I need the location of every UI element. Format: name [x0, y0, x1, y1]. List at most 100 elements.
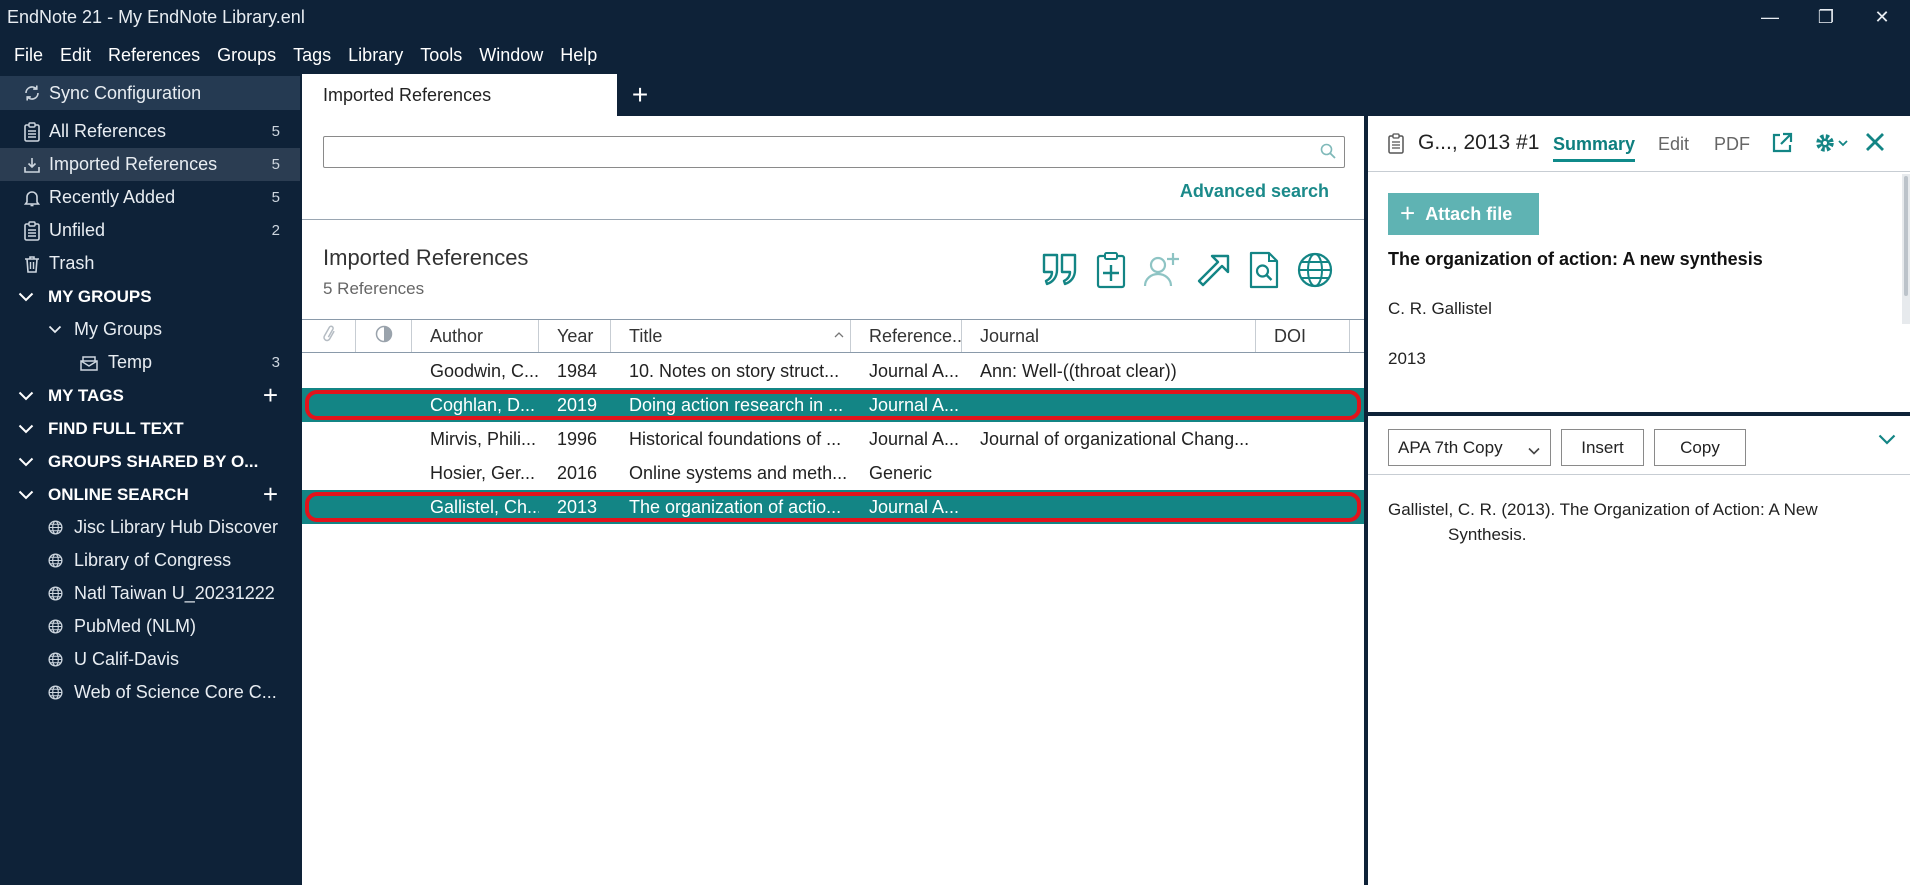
online-search-jisc[interactable]: Jisc Library Hub Discover [0, 511, 300, 544]
menu-edit[interactable]: Edit [52, 45, 100, 66]
cell-reference-type: Journal A... [869, 360, 960, 381]
column-reference-type[interactable]: Reference... [851, 320, 962, 352]
menu-window[interactable]: Window [471, 45, 552, 66]
copy-button[interactable]: Copy [1654, 429, 1746, 466]
reference-toolbar [1040, 250, 1334, 290]
online-search-wos[interactable]: Web of Science Core C... [0, 676, 300, 709]
table-row[interactable]: Mirvis, Phili... 1996 Historical foundat… [302, 422, 1364, 456]
gear-icon[interactable] [1814, 132, 1850, 159]
menu-library[interactable]: Library [340, 45, 412, 66]
section-find-full-text[interactable]: FIND FULL TEXT [0, 412, 300, 445]
reference-year: 2013 [1388, 349, 1426, 368]
search-icon[interactable] [1319, 142, 1337, 165]
tab-imported-references[interactable]: Imported References [302, 74, 617, 116]
column-read-status[interactable] [356, 320, 412, 352]
quote-icon[interactable] [1040, 250, 1079, 290]
open-external-icon[interactable] [1771, 132, 1793, 159]
table-row-selected[interactable]: Gallistel, Ch... 2013 The organization o… [302, 490, 1364, 524]
cell-title: Doing action research in ... [629, 394, 844, 415]
add-tag-button[interactable]: + [263, 380, 278, 411]
sync-configuration-button[interactable]: Sync Configuration [0, 76, 300, 110]
online-search-ucdavis[interactable]: U Calif-Davis [0, 643, 300, 676]
new-reference-icon[interactable] [1091, 250, 1130, 290]
search-input[interactable] [323, 136, 1345, 168]
online-search-ntu[interactable]: Natl Taiwan U_20231222 [0, 577, 300, 610]
add-tab-button[interactable]: + [622, 74, 658, 116]
subgroup-my-groups[interactable]: My Groups [0, 313, 300, 346]
close-button[interactable]: ✕ [1854, 0, 1910, 34]
chevron-down-icon [18, 457, 40, 467]
sidebar-item-count: 5 [271, 156, 280, 173]
attach-file-button[interactable]: + Attach file [1388, 193, 1539, 235]
sidebar-item-label: Temp [108, 352, 153, 372]
sidebar-item-all-references[interactable]: All References 5 [0, 115, 300, 148]
cell-journal [962, 388, 1256, 422]
cell-read-status [356, 354, 412, 388]
globe-icon [48, 520, 64, 535]
section-groups-shared[interactable]: GROUPS SHARED BY O... [0, 445, 300, 478]
group-icon [80, 355, 98, 371]
online-search-label: PubMed (NLM) [74, 616, 197, 636]
table-row[interactable]: Goodwin, C... 1984 10. Notes on story st… [302, 354, 1364, 388]
column-doi[interactable]: DOI [1256, 320, 1350, 352]
menu-groups[interactable]: Groups [209, 45, 285, 66]
window-title: EndNote 21 - My EndNote Library.enl [7, 6, 305, 27]
cell-author: Gallistel, Ch... [430, 496, 539, 517]
minimize-button[interactable]: — [1742, 0, 1798, 34]
tab-pdf[interactable]: PDF [1714, 134, 1750, 155]
add-online-search-button[interactable]: + [263, 479, 278, 510]
menu-tools[interactable]: Tools [412, 45, 471, 66]
table-row-selected[interactable]: Coghlan, D... 2019 Doing action research… [302, 388, 1364, 422]
cell-attachment [302, 490, 356, 524]
chevron-down-icon[interactable] [1878, 432, 1896, 450]
sidebar-item-count: 2 [271, 222, 280, 239]
section-my-groups[interactable]: MY GROUPS [0, 280, 300, 313]
sidebar-item-label: All References [49, 121, 167, 141]
scrollbar[interactable] [1902, 174, 1910, 324]
cell-title: Online systems and meth... [629, 462, 848, 483]
online-globe-icon[interactable] [1295, 250, 1334, 290]
sync-label: Sync Configuration [49, 82, 202, 103]
sidebar-item-trash[interactable]: Trash [0, 247, 300, 280]
column-journal[interactable]: Journal [962, 320, 1256, 352]
paperclip-icon [322, 324, 336, 349]
online-search-loc[interactable]: Library of Congress [0, 544, 300, 577]
column-author[interactable]: Author [412, 320, 539, 352]
column-title[interactable]: Title [611, 320, 851, 352]
sidebar-item-temp[interactable]: Temp 3 [0, 346, 300, 379]
globe-icon [48, 619, 64, 634]
section-label: MY GROUPS [48, 286, 152, 306]
sidebar-item-label: Unfiled [49, 220, 106, 240]
find-pdf-icon[interactable] [1244, 250, 1283, 290]
tab-edit[interactable]: Edit [1658, 134, 1689, 155]
sidebar-item-label: Trash [49, 253, 95, 273]
section-online-search[interactable]: ONLINE SEARCH + [0, 478, 300, 511]
output-style-select[interactable]: APA 7th Copy [1388, 429, 1551, 466]
open-link-arrow-icon[interactable] [1193, 250, 1232, 290]
close-panel-icon[interactable] [1864, 131, 1886, 158]
insert-button[interactable]: Insert [1561, 429, 1644, 466]
section-my-tags[interactable]: MY TAGS + [0, 379, 300, 412]
online-search-pubmed[interactable]: PubMed (NLM) [0, 610, 300, 643]
menu-bar: File Edit References Groups Tags Library… [0, 38, 606, 72]
column-attachment[interactable] [302, 320, 356, 352]
menu-references[interactable]: References [100, 45, 209, 66]
menu-tags[interactable]: Tags [285, 45, 340, 66]
sidebar-item-recently-added[interactable]: Recently Added 5 [0, 181, 300, 214]
table-row[interactable]: Hosier, Ger... 2016 Online systems and m… [302, 456, 1364, 490]
reference-author: C. R. Gallistel [1388, 299, 1492, 318]
sidebar-item-count: 3 [271, 354, 280, 371]
cell-year: 2019 [557, 394, 598, 415]
cell-author: Coghlan, D... [430, 394, 536, 415]
maximize-button[interactable]: ❐ [1798, 0, 1854, 34]
share-user-icon[interactable] [1142, 250, 1181, 290]
sidebar-item-count: 5 [271, 189, 280, 206]
sidebar: Sync Configuration All References 5 Impo… [0, 76, 300, 885]
column-year[interactable]: Year [539, 320, 611, 352]
advanced-search-link[interactable]: Advanced search [1180, 181, 1329, 202]
tab-summary[interactable]: Summary [1553, 134, 1636, 162]
sidebar-item-unfiled[interactable]: Unfiled 2 [0, 214, 300, 247]
menu-file[interactable]: File [6, 45, 52, 66]
menu-help[interactable]: Help [552, 45, 606, 66]
sidebar-item-imported-references[interactable]: Imported References 5 [0, 148, 300, 181]
